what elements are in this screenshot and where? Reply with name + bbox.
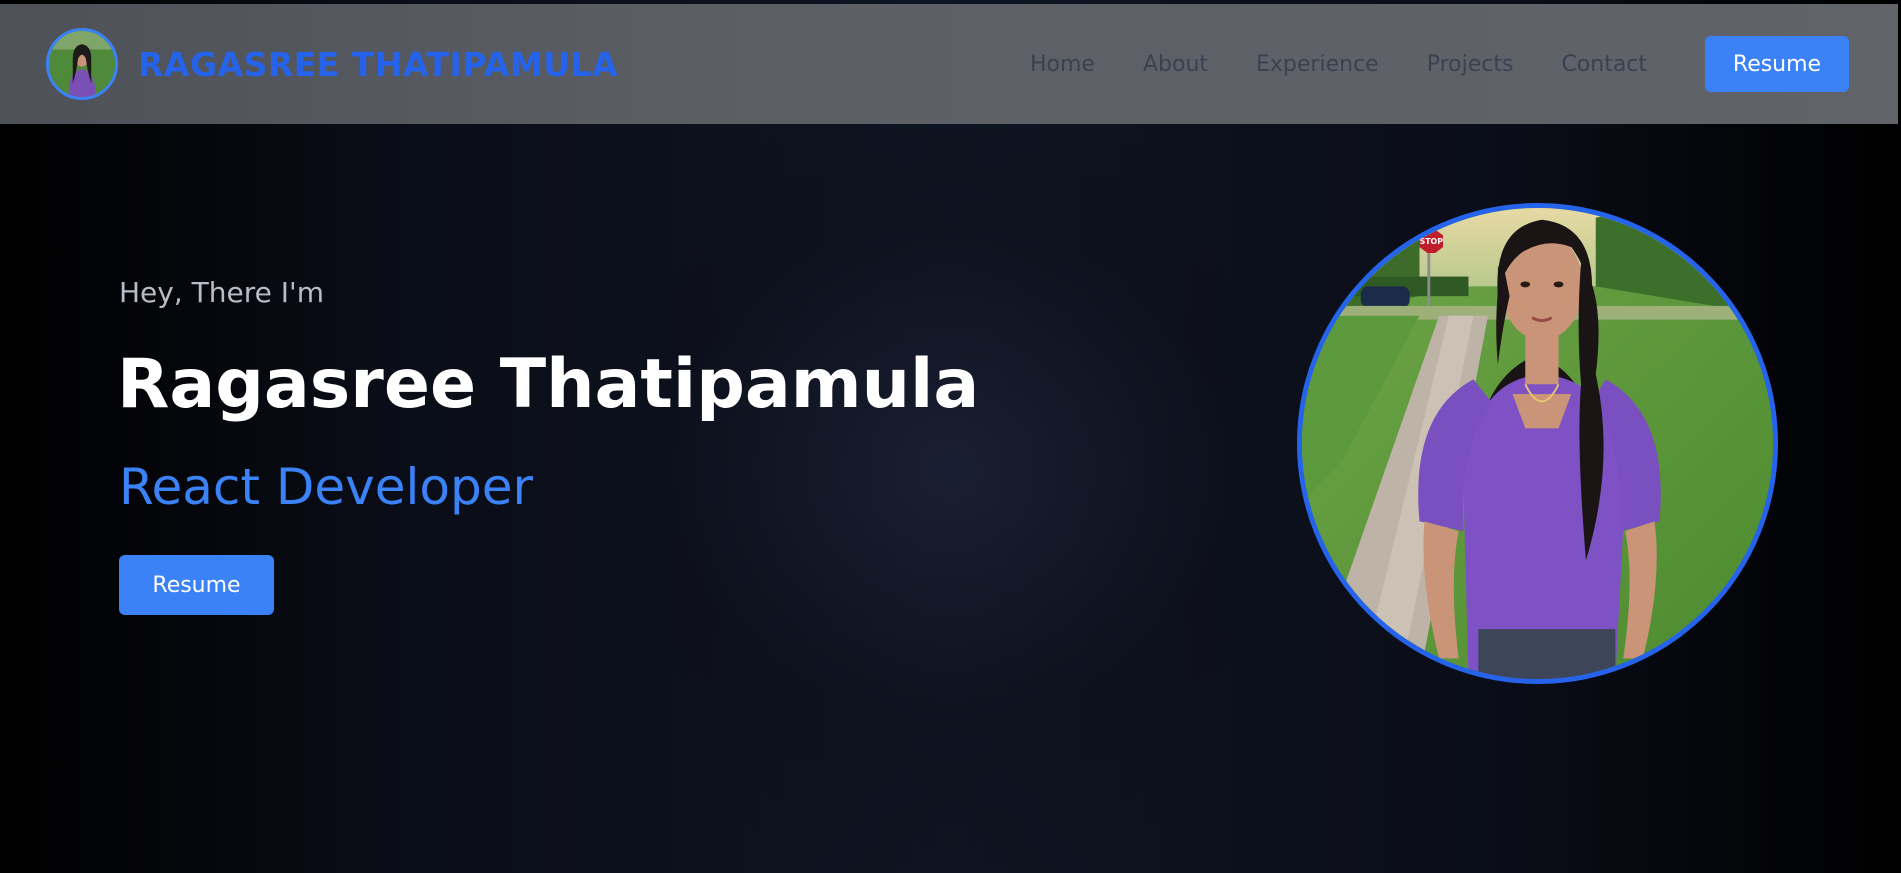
profile-photo: STOP	[1297, 203, 1778, 684]
avatar	[46, 28, 118, 100]
nav-about[interactable]: About	[1143, 52, 1208, 77]
intro-text: Hey, There I'm	[119, 276, 324, 309]
brand[interactable]: RAGASREE THATIPAMULA	[46, 28, 618, 100]
nav-projects[interactable]: Projects	[1427, 52, 1514, 77]
stop-sign-text: STOP	[1420, 237, 1444, 246]
header-resume-button[interactable]: Resume	[1705, 36, 1849, 92]
main-nav: Home About Experience Projects Contact	[1030, 4, 1695, 124]
hero-role: React Developer	[119, 458, 534, 516]
brand-name: RAGASREE THATIPAMULA	[138, 44, 619, 84]
nav-experience[interactable]: Experience	[1256, 52, 1379, 77]
hero-resume-button[interactable]: Resume	[119, 555, 274, 615]
nav-home[interactable]: Home	[1030, 52, 1095, 77]
page: RAGASREE THATIPAMULA Home About Experien…	[0, 0, 1901, 873]
navbar: RAGASREE THATIPAMULA Home About Experien…	[0, 4, 1898, 124]
nav-contact[interactable]: Contact	[1561, 52, 1647, 77]
hero-name: Ragasree Thatipamula	[117, 345, 980, 424]
